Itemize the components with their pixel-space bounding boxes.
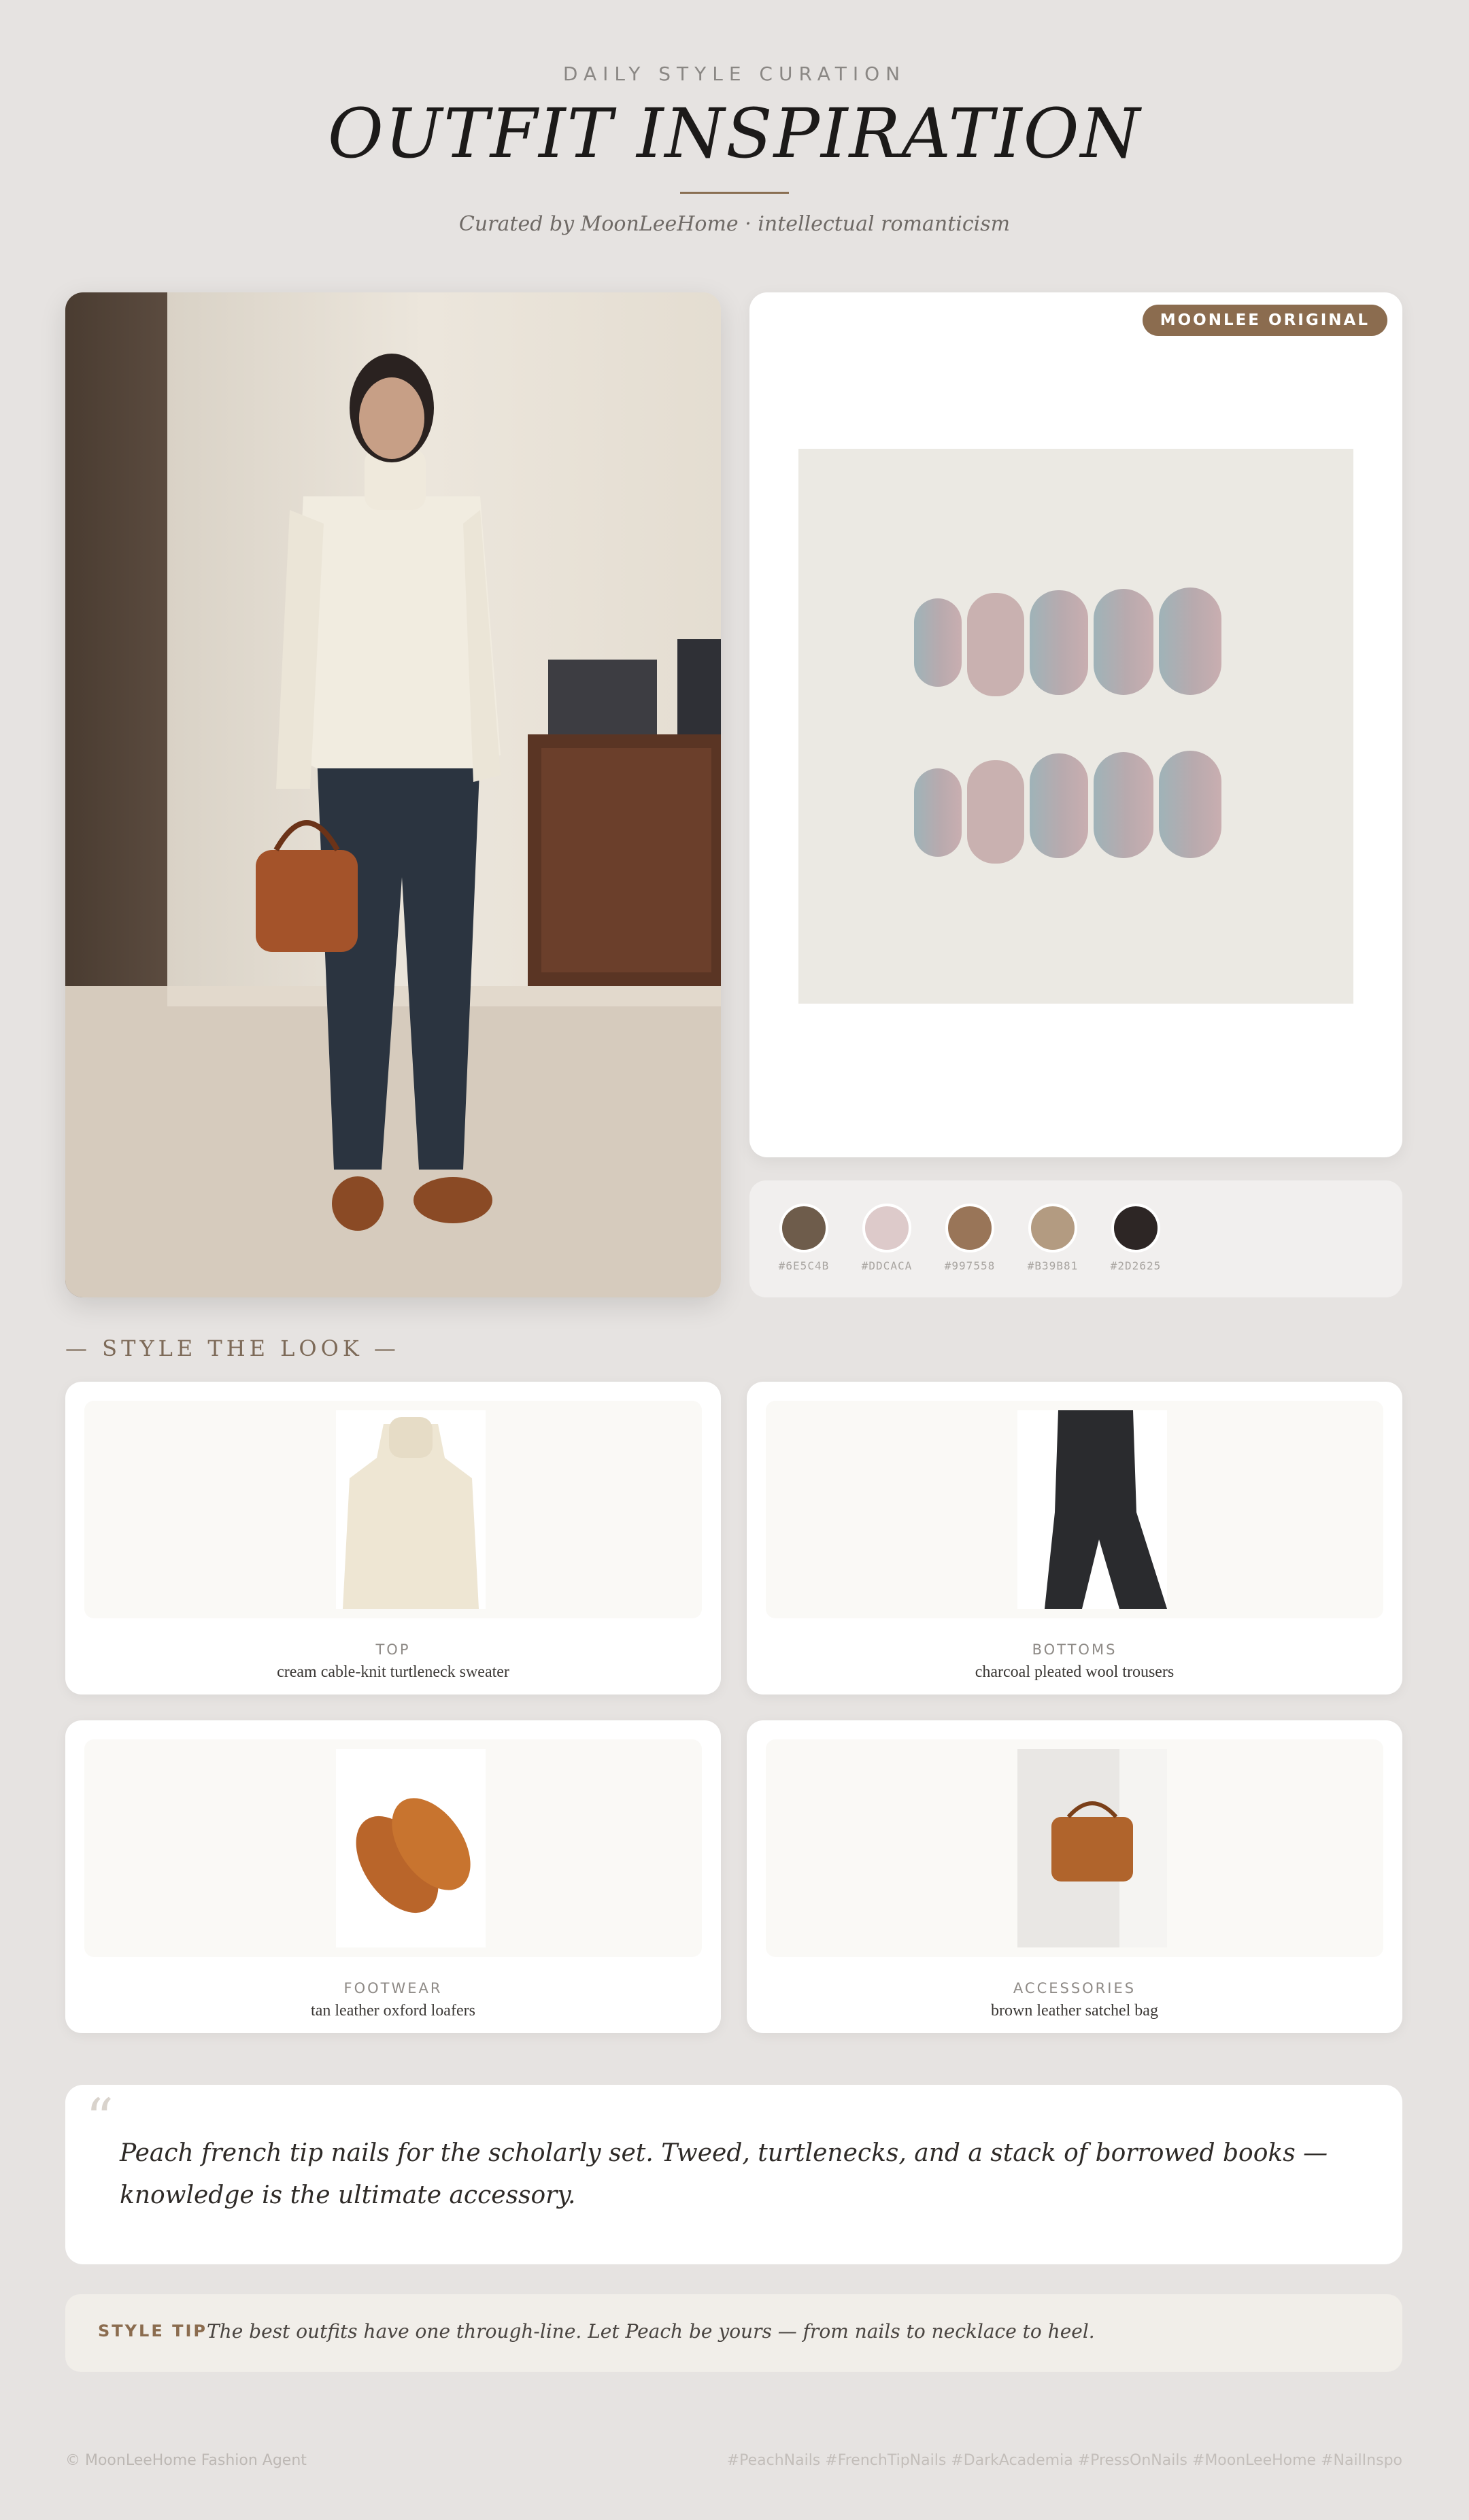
item-image-frame <box>84 1401 702 1618</box>
item-description: tan leather oxford loafers <box>311 2002 475 2020</box>
color-swatch <box>945 1204 994 1253</box>
item-description: brown leather satchel bag <box>991 2002 1158 2020</box>
footer-hashtags[interactable]: #PeachNails #FrenchTipNails #DarkAcademi… <box>727 2452 1402 2469</box>
color-swatch <box>779 1204 828 1253</box>
color-code: #DDCACA <box>861 1259 913 1272</box>
section-heading: — STYLE THE LOOK — <box>65 1335 400 1361</box>
item-description: cream cable-knit turtleneck sweater <box>277 1663 509 1681</box>
item-category: FOOTWEAR <box>343 1980 443 1996</box>
quote-mark-icon: “ <box>86 2087 114 2150</box>
trousers-image <box>1017 1410 1167 1609</box>
outfit-photo-illustration <box>65 354 721 1297</box>
item-category: TOP <box>375 1641 411 1658</box>
item-card-footwear[interactable]: FOOTWEAR tan leather oxford loafers <box>65 1720 721 2033</box>
title-divider <box>680 192 789 194</box>
item-category: ACCESSORIES <box>1013 1980 1136 1996</box>
color-code: #2D2625 <box>1110 1259 1162 1272</box>
nail-product-card: MOONLEE ORIGINAL <box>749 292 1402 1157</box>
page-subtitle: Curated by MoonLeeHome · intellectual ro… <box>458 212 1011 236</box>
color-code: #B39B81 <box>1027 1259 1079 1272</box>
original-badge: MOONLEE ORIGINAL <box>1142 305 1387 336</box>
item-description: charcoal pleated wool trousers <box>975 1663 1175 1681</box>
color-swatch <box>1028 1204 1077 1253</box>
satchel-image <box>1017 1749 1167 1947</box>
color-swatch <box>1111 1204 1160 1253</box>
item-image-frame <box>766 1739 1383 1957</box>
style-tip-label: STYLE TIP <box>98 2321 207 2340</box>
item-image-frame <box>766 1401 1383 1618</box>
quote-text: Peach french tip nails for the scholarly… <box>120 2139 1328 2209</box>
quote-card: “ Peach french tip nails for the scholar… <box>65 2085 1402 2264</box>
loafers-image <box>336 1749 486 1947</box>
item-card-accessories[interactable]: ACCESSORIES brown leather satchel bag <box>747 1720 1402 2033</box>
item-category: BOTTOMS <box>1032 1641 1117 1658</box>
sweater-image <box>336 1410 486 1609</box>
color-code: #997558 <box>944 1259 996 1272</box>
press-on-nails-image <box>798 449 1353 1004</box>
color-palette: #6E5C4B #DDCACA #997558 #B39B81 #2D2625 <box>749 1180 1402 1297</box>
item-image-frame <box>84 1739 702 1957</box>
style-tip: STYLE TIP The best outfits have one thro… <box>65 2294 1402 2372</box>
page-kicker: DAILY STYLE CURATION <box>562 63 907 85</box>
color-swatch <box>862 1204 911 1253</box>
page-title: OUTFIT INSPIRATION <box>327 94 1142 173</box>
outfit-photo <box>65 292 721 1297</box>
style-tip-text: The best outfits have one through-line. … <box>207 2320 1095 2343</box>
color-code: #6E5C4B <box>778 1259 830 1272</box>
nails-illustration <box>798 449 1353 1004</box>
footer-copyright: © MoonLeeHome Fashion Agent <box>65 2452 307 2469</box>
item-card-bottoms[interactable]: BOTTOMS charcoal pleated wool trousers <box>747 1382 1402 1695</box>
item-card-top[interactable]: TOP cream cable-knit turtleneck sweater <box>65 1382 721 1695</box>
